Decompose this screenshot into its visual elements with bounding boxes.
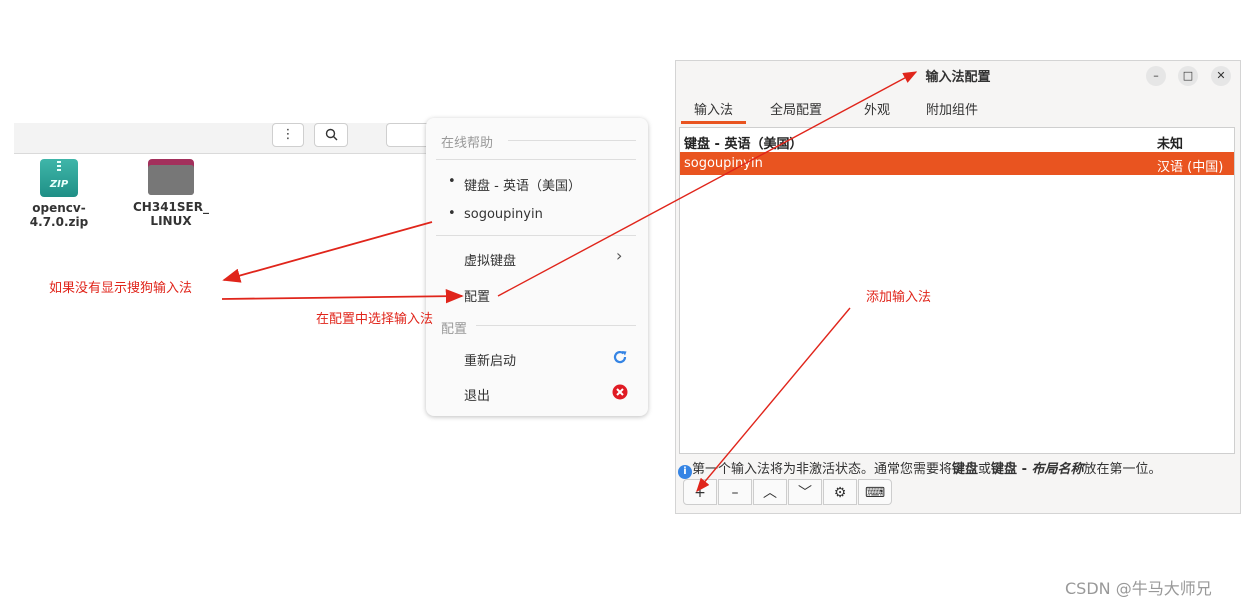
annotation-arrows [221, 71, 918, 493]
arrow-to-note [222, 221, 433, 283]
annotation-note-select: 在配置中选择输入法 [316, 312, 434, 327]
watermark: CSDN @牛马大师兄 [1065, 579, 1212, 598]
arrow-to-add-button [696, 307, 851, 493]
annotation-note-add: 添加输入法 [866, 290, 932, 305]
annotation-note-not-shown: 如果没有显示搜狗输入法 [49, 281, 193, 296]
arrow-to-configure [221, 289, 464, 304]
arrow-to-window-title [497, 71, 918, 297]
